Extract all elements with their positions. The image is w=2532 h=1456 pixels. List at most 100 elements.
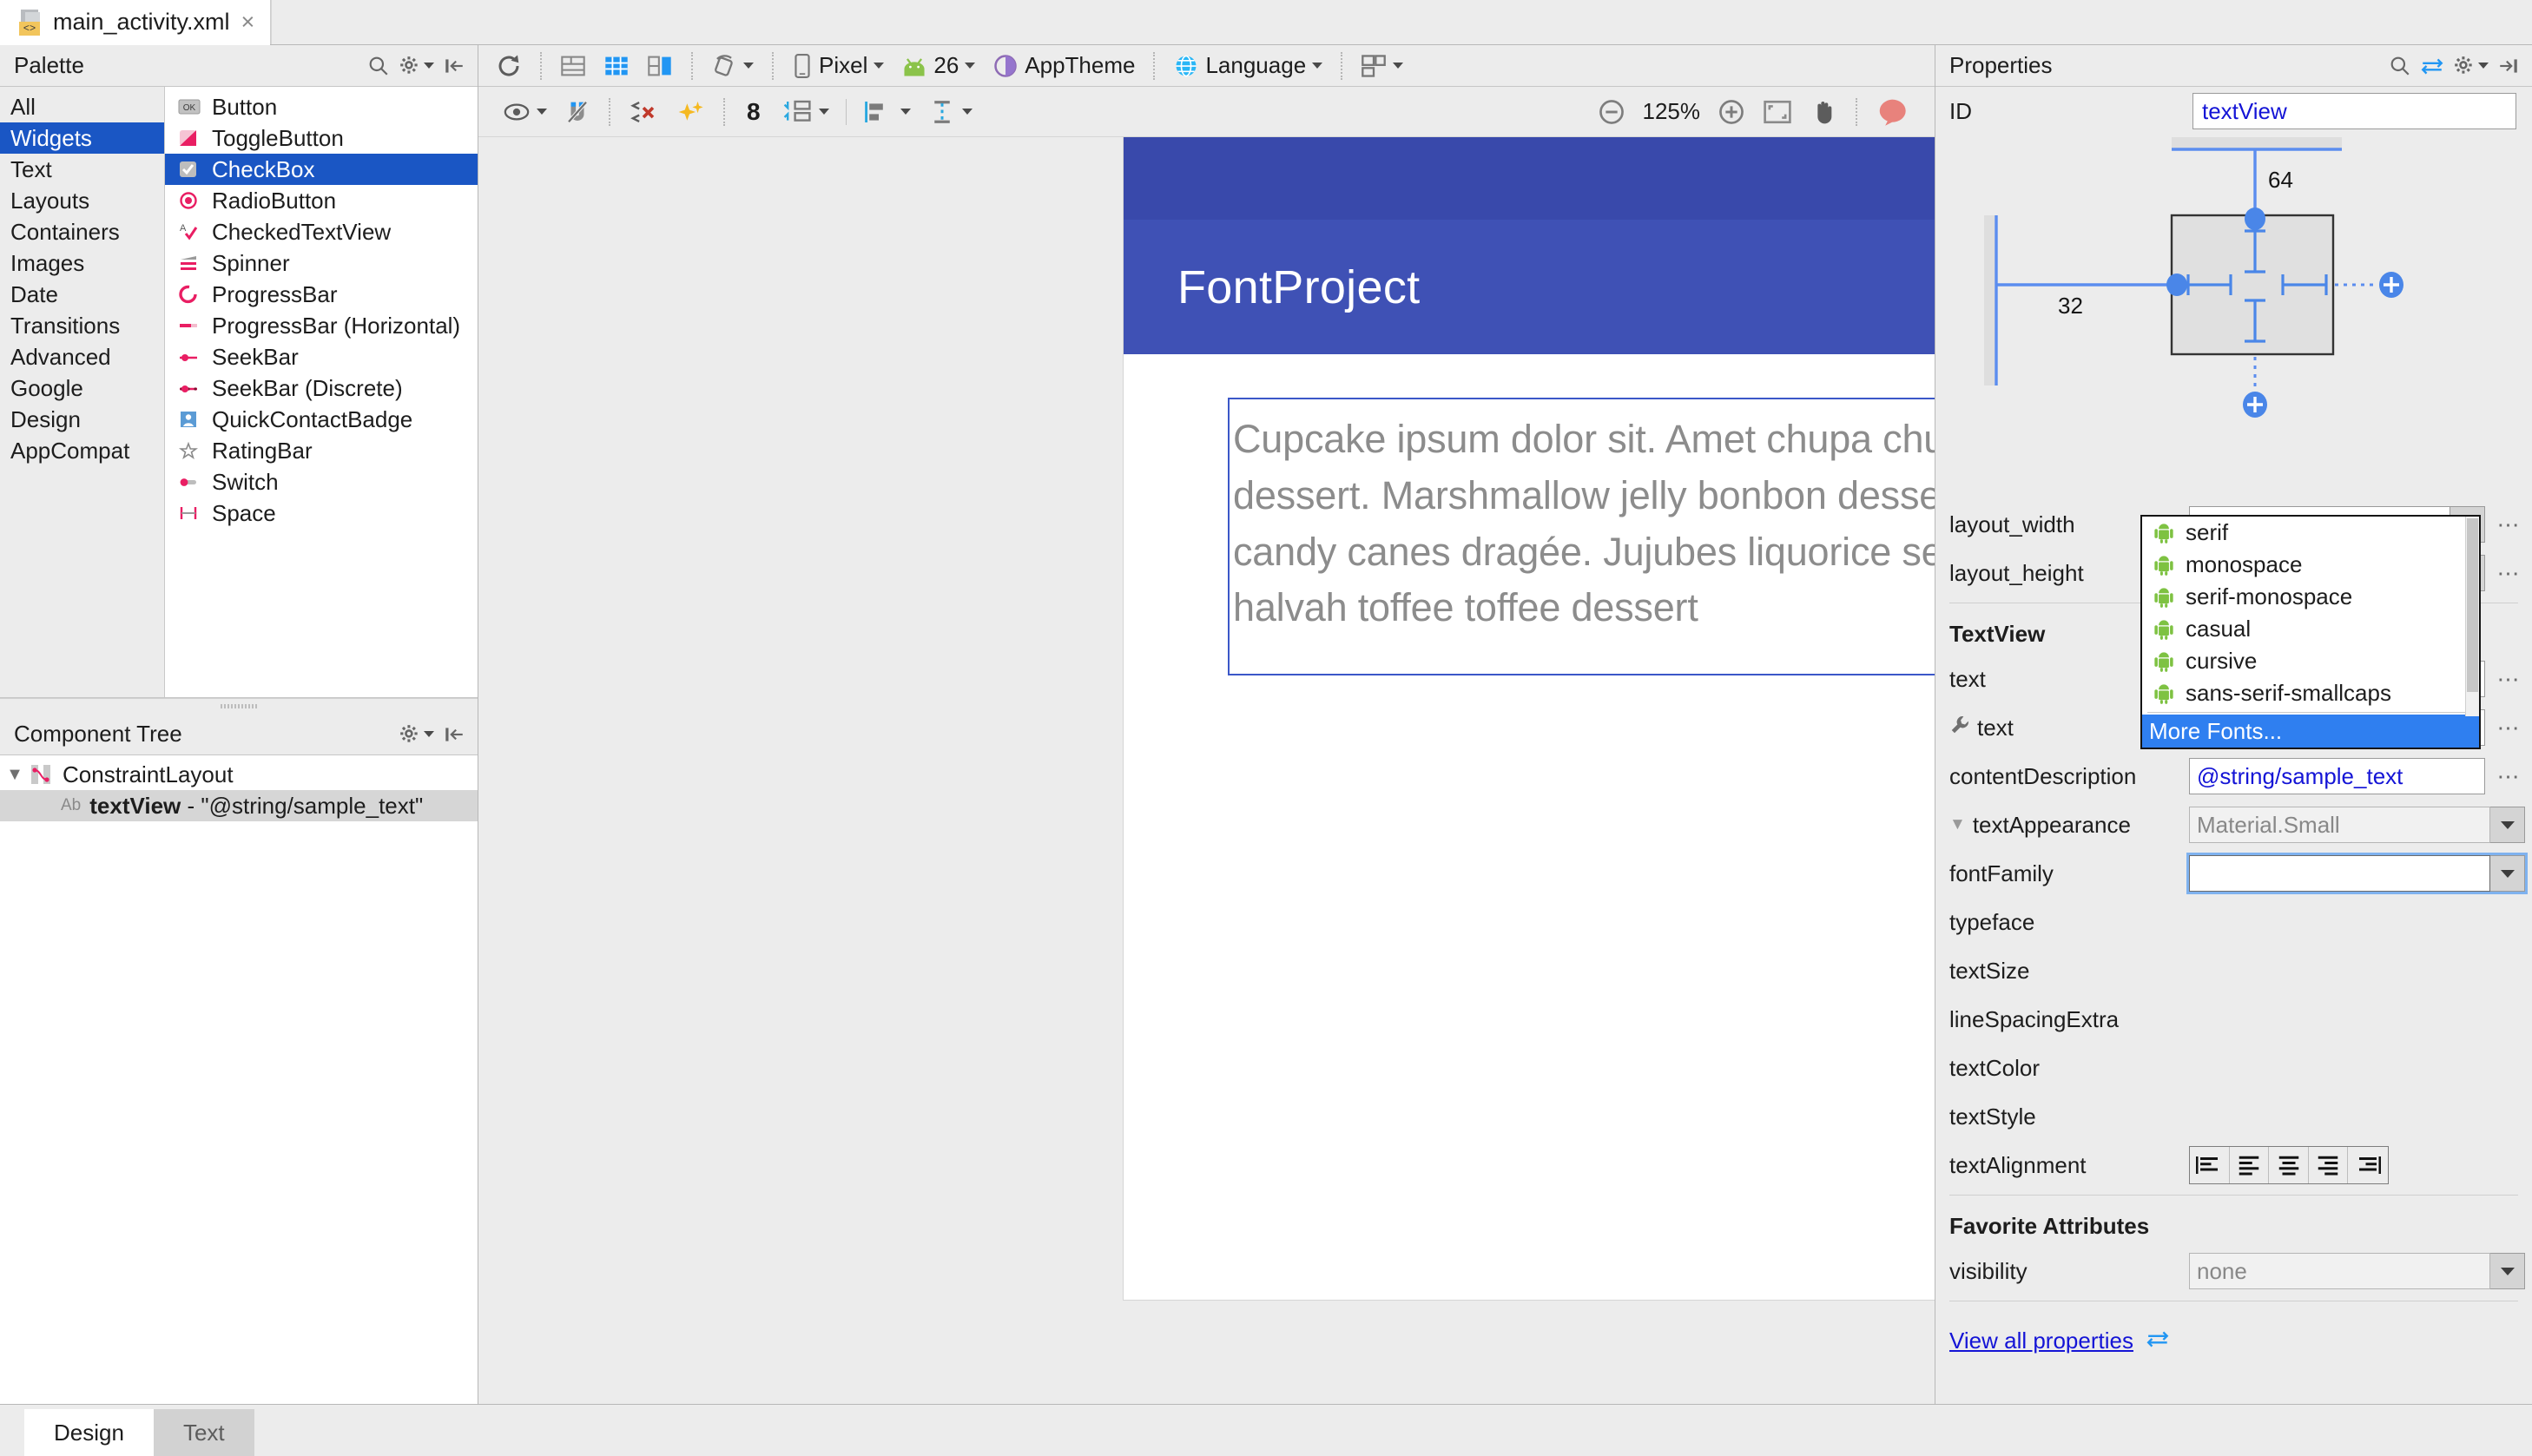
tab-design[interactable]: Design xyxy=(24,1409,154,1456)
palette-category-list[interactable]: All Widgets Text Layouts Containers Imag… xyxy=(0,87,165,697)
align-right-icon[interactable] xyxy=(2309,1147,2349,1183)
blueprint-mode-icon[interactable] xyxy=(595,48,638,84)
editor-tab-main-activity-xml[interactable]: <> main_activity.xml × xyxy=(0,0,271,44)
pan-hand-icon[interactable] xyxy=(1801,94,1846,130)
palette-category-date[interactable]: Date xyxy=(0,279,164,310)
tab-text[interactable]: Text xyxy=(154,1409,254,1456)
collapse-icon[interactable] xyxy=(2497,55,2520,77)
expand-arrow-icon[interactable]: ▼ xyxy=(0,765,30,785)
design-mode-icon[interactable] xyxy=(551,48,595,84)
font-option-cursive[interactable]: cursive xyxy=(2142,645,2479,677)
palette-item-progressbar-horizontal[interactable]: ProgressBar (Horizontal) xyxy=(165,310,478,341)
guidelines-icon[interactable] xyxy=(920,94,981,130)
search-icon[interactable] xyxy=(367,55,390,77)
more-fonts-menu-item[interactable]: More Fonts... xyxy=(2142,715,2479,748)
palette-category-all[interactable]: All xyxy=(0,91,164,122)
design-canvas[interactable]: 7:00 FontProject Cupcake ipsum dolor sit… xyxy=(478,137,1935,1404)
infer-constraints-icon[interactable] xyxy=(667,94,714,130)
tree-node-constraintlayout[interactable]: ▼ ConstraintLayout xyxy=(0,759,478,790)
palette-category-appcompat[interactable]: AppCompat xyxy=(0,435,164,466)
palette-item-radiobutton[interactable]: RadioButton xyxy=(165,185,478,216)
expand-arrow-icon[interactable]: ▼ xyxy=(1949,815,1966,834)
align-icon[interactable] xyxy=(854,94,920,130)
gear-icon[interactable] xyxy=(399,55,434,77)
fontfamily-dropdown-button[interactable] xyxy=(2490,855,2525,892)
palette-widget-list[interactable]: OK Button ToggleButton xyxy=(165,87,478,697)
font-option-serif-monospace[interactable]: serif-monospace xyxy=(2142,581,2479,613)
palette-item-progressbar[interactable]: ProgressBar xyxy=(165,279,478,310)
align-center-icon[interactable] xyxy=(2269,1147,2309,1183)
palette-category-transitions[interactable]: Transitions xyxy=(0,310,164,341)
theme-selector[interactable]: AppTheme xyxy=(984,48,1144,84)
id-input[interactable]: textView xyxy=(2192,93,2516,129)
palette-category-design[interactable]: Design xyxy=(0,404,164,435)
gear-icon[interactable] xyxy=(2453,55,2489,77)
palette-category-images[interactable]: Images xyxy=(0,247,164,279)
palette-category-google[interactable]: Google xyxy=(0,372,164,404)
text-more-button[interactable]: ⋯ xyxy=(2492,666,2525,693)
close-icon[interactable]: × xyxy=(240,10,257,34)
text-design-more-button[interactable]: ⋯ xyxy=(2492,715,2525,741)
component-tree-body[interactable]: ▼ ConstraintLayout Ab textView - "@strin… xyxy=(0,755,478,1404)
palette-resize-handle[interactable] xyxy=(0,698,478,714)
contentdescription-more-button[interactable]: ⋯ xyxy=(2492,763,2525,790)
palette-category-containers[interactable]: Containers xyxy=(0,216,164,247)
align-left-icon[interactable] xyxy=(2230,1147,2270,1183)
api-level-selector[interactable]: 26 xyxy=(893,48,984,84)
visibility-dropdown-button[interactable] xyxy=(2490,1253,2525,1289)
autoconnect-off-icon[interactable] xyxy=(556,94,599,130)
selected-textview-widget[interactable]: Cupcake ipsum dolor sit. Amet chupa chup… xyxy=(1228,398,1935,675)
fontfamily-input[interactable] xyxy=(2189,855,2490,892)
clear-constraints-icon[interactable] xyxy=(620,94,667,130)
textappearance-dropdown-button[interactable] xyxy=(2490,807,2525,843)
font-option-serif[interactable]: serif xyxy=(2142,517,2479,549)
visibility-input[interactable]: none xyxy=(2189,1253,2490,1289)
palette-item-button[interactable]: OK Button xyxy=(165,91,478,122)
rotate-icon[interactable] xyxy=(702,48,762,84)
palette-item-checkbox[interactable]: CheckBox xyxy=(165,154,478,185)
device-selector[interactable]: Pixel xyxy=(783,48,893,84)
palette-item-quickcontactbadge[interactable]: QuickContactBadge xyxy=(165,404,478,435)
align-start-icon[interactable] xyxy=(2190,1147,2230,1183)
tree-node-textview[interactable]: Ab textView - "@string/sample_text" xyxy=(0,790,478,821)
fontfamily-dropdown-popup[interactable]: serif monospace serif-monospace xyxy=(2140,515,2481,749)
zoom-out-icon[interactable] xyxy=(1589,94,1634,130)
dropdown-scrollbar-thumb[interactable] xyxy=(2467,518,2478,692)
device-preview[interactable]: 7:00 FontProject Cupcake ipsum dolor sit… xyxy=(1123,137,1935,1301)
font-option-monospace[interactable]: monospace xyxy=(2142,549,2479,581)
palette-item-spinner[interactable]: Spinner xyxy=(165,247,478,279)
palette-item-togglebutton[interactable]: ToggleButton xyxy=(165,122,478,154)
textappearance-input[interactable]: Material.Small xyxy=(2189,807,2490,843)
gear-icon[interactable] xyxy=(399,723,434,746)
zoom-fit-icon[interactable] xyxy=(1754,94,1801,130)
view-all-properties-link[interactable]: View all properties xyxy=(1949,1328,2133,1354)
pack-icon[interactable] xyxy=(773,94,838,130)
layout-height-more-button[interactable]: ⋯ xyxy=(2492,560,2525,587)
refresh-icon[interactable] xyxy=(487,48,531,84)
align-end-icon[interactable] xyxy=(2348,1147,2388,1183)
dropdown-scrollbar[interactable] xyxy=(2465,517,2479,716)
font-option-casual[interactable]: casual xyxy=(2142,613,2479,645)
search-icon[interactable] xyxy=(2389,55,2411,77)
default-margin-value[interactable]: 8 xyxy=(735,94,773,130)
zoom-in-icon[interactable] xyxy=(1709,94,1754,130)
palette-category-layouts[interactable]: Layouts xyxy=(0,185,164,216)
palette-category-advanced[interactable]: Advanced xyxy=(0,341,164,372)
layout-width-more-button[interactable]: ⋯ xyxy=(2492,511,2525,538)
layout-variants-icon[interactable] xyxy=(1352,48,1412,84)
palette-category-widgets[interactable]: Widgets xyxy=(0,122,164,154)
text-alignment-group[interactable] xyxy=(2189,1146,2389,1184)
palette-item-ratingbar[interactable]: RatingBar xyxy=(165,435,478,466)
collapse-icon[interactable] xyxy=(443,55,465,77)
palette-category-text[interactable]: Text xyxy=(0,154,164,185)
palette-item-seekbar-discrete[interactable]: SeekBar (Discrete) xyxy=(165,372,478,404)
palette-item-seekbar[interactable]: SeekBar xyxy=(165,341,478,372)
split-mode-icon[interactable] xyxy=(638,48,682,84)
language-selector[interactable]: Language xyxy=(1164,48,1331,84)
font-option-sans-serif-smallcaps[interactable]: sans-serif-smallcaps xyxy=(2142,677,2479,709)
collapse-icon[interactable] xyxy=(443,723,465,746)
contentdescription-input[interactable]: @string/sample_text xyxy=(2189,758,2485,794)
palette-item-space[interactable]: Space xyxy=(165,497,478,529)
sort-toggle-icon[interactable] xyxy=(2420,55,2444,77)
visibility-icon[interactable] xyxy=(494,94,556,130)
